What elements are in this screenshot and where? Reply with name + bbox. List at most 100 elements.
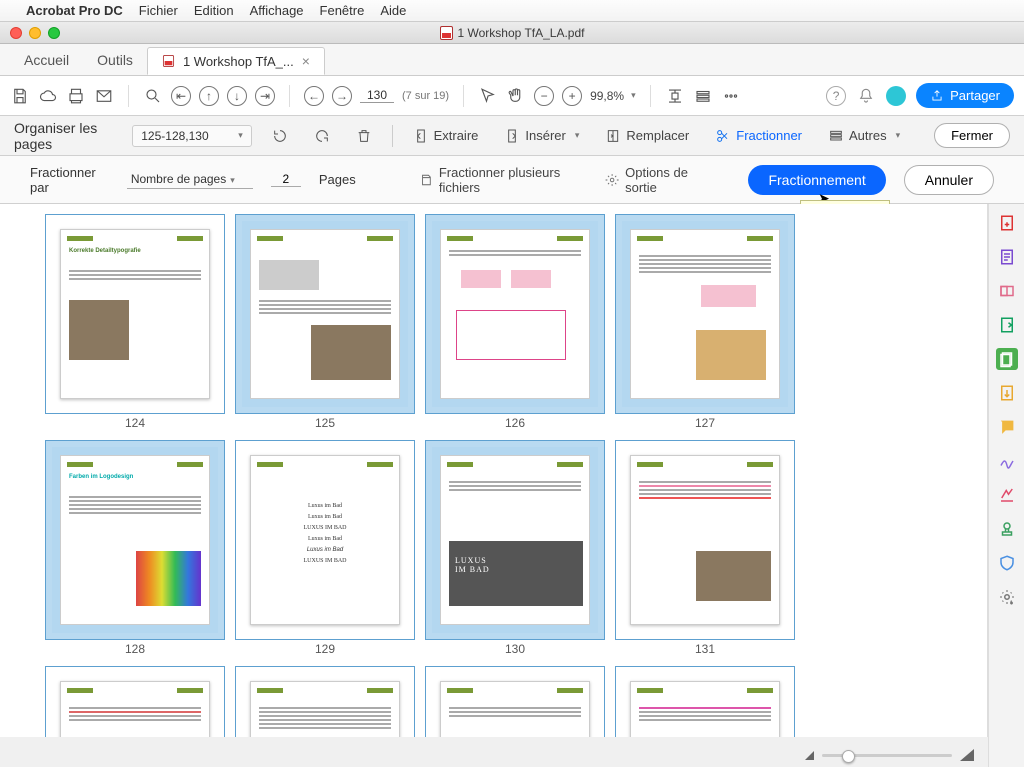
document-tab[interactable]: 1 Workshop TfA_... × <box>147 47 325 75</box>
pdf-icon <box>440 26 453 40</box>
page-number-input[interactable] <box>360 88 394 103</box>
page-thumbnail[interactable]: 125 <box>230 214 420 430</box>
first-page-icon[interactable]: ⇤ <box>171 86 191 106</box>
page-up-icon[interactable]: ↑ <box>199 86 219 106</box>
page-thumbnail[interactable]: 127 <box>610 214 800 430</box>
hand-tool-icon[interactable] <box>506 86 526 106</box>
organize-pages-tool-icon[interactable] <box>996 348 1018 370</box>
page-thumbnails-area[interactable]: Korrekte Detailtypografie124 125 126 127 Far… <box>0 204 988 737</box>
organize-title: Organiser les pages <box>14 120 118 152</box>
split-multiple-button[interactable]: Fractionner plusieurs fichiers <box>419 165 587 195</box>
comment-tool-icon[interactable] <box>996 416 1018 438</box>
page-number-label: 130 <box>505 642 525 656</box>
window-title-text: 1 Workshop TfA_LA.pdf <box>458 26 585 40</box>
page-thumbnail[interactable]: Farben im Logodesign128 <box>40 440 230 656</box>
cloud-icon[interactable] <box>38 86 58 106</box>
zoom-level[interactable]: 99,8% <box>590 89 636 103</box>
delete-pages-button[interactable] <box>350 125 378 147</box>
print-icon[interactable] <box>66 86 86 106</box>
stamp-tool-icon[interactable] <box>996 518 1018 540</box>
mail-icon[interactable] <box>94 86 114 106</box>
combine-tool-icon[interactable] <box>996 314 1018 336</box>
page-thumbnail[interactable]: 126 <box>420 214 610 430</box>
page-down-icon[interactable]: ↓ <box>227 86 247 106</box>
view-mode-icon[interactable] <box>693 86 713 106</box>
organize-pages-bar: Organiser les pages 125-128,130 Extraire… <box>0 116 1024 156</box>
page-number-label: 129 <box>315 642 335 656</box>
page-number-label: 127 <box>695 416 715 430</box>
output-options-button[interactable]: Options de sortie <box>605 165 713 195</box>
tools-tab[interactable]: Outils <box>83 44 147 75</box>
page-number-label: 128 <box>125 642 145 656</box>
zoom-in-icon[interactable]: + <box>562 86 582 106</box>
export-pdf-tool-icon[interactable] <box>996 280 1018 302</box>
rotate-cw-button[interactable] <box>308 125 336 147</box>
cancel-button[interactable]: Annuler <box>904 165 994 195</box>
split-by-label: Fractionner par <box>30 165 109 195</box>
split-mode-dropdown[interactable]: Nombre de pages <box>127 170 253 189</box>
window-title: 1 Workshop TfA_LA.pdf <box>0 26 1024 40</box>
split-action-button[interactable]: Fractionnement <box>748 165 885 195</box>
menu-window[interactable]: Fenêtre <box>320 3 365 18</box>
search-icon[interactable] <box>143 86 163 106</box>
zoom-out-icon[interactable]: − <box>534 86 554 106</box>
help-icon[interactable]: ? <box>826 86 846 106</box>
prev-page-icon[interactable]: ← <box>304 86 324 106</box>
page-number-label: 124 <box>125 416 145 430</box>
sign-tool-icon[interactable] <box>996 450 1018 472</box>
extract-button[interactable]: Extraire <box>407 125 485 147</box>
replace-button[interactable]: Remplacer <box>599 125 695 147</box>
page-thumbnail[interactable]: Korrekte Detailtypografie124 <box>40 214 230 430</box>
page-range-dropdown[interactable]: 125-128,130 <box>132 125 252 147</box>
insert-button[interactable]: Insérer <box>498 125 585 147</box>
right-tools-rail <box>988 204 1024 767</box>
page-thumbnail[interactable]: 131 <box>610 440 800 656</box>
menu-help[interactable]: Aide <box>380 3 406 18</box>
pdf-icon <box>163 55 174 67</box>
fit-width-icon[interactable] <box>665 86 685 106</box>
split-count-input[interactable] <box>271 172 301 187</box>
menu-file[interactable]: Fichier <box>139 3 178 18</box>
home-tab[interactable]: Accueil <box>10 44 83 75</box>
more-tools-icon[interactable] <box>721 86 741 106</box>
split-button[interactable]: Fractionner <box>709 125 808 147</box>
close-organize-button[interactable]: Fermer <box>934 123 1010 148</box>
thumbnail-zoom <box>805 749 974 761</box>
share-button[interactable]: Partager <box>916 83 1014 108</box>
more-button[interactable]: Autres <box>822 125 906 147</box>
main-toolbar: ⇤ ↑ ↓ ⇥ ← → (7 sur 19) − + 99,8% ? Parta… <box>0 76 1024 116</box>
page-thumbnail[interactable] <box>610 666 800 737</box>
split-options-bar: Fractionner par Nombre de pages Pages Fr… <box>0 156 1024 204</box>
page-number-label: 131 <box>695 642 715 656</box>
zoom-small-icon[interactable] <box>805 751 814 760</box>
menu-view[interactable]: Affichage <box>250 3 304 18</box>
thumbnail-zoom-slider[interactable] <box>822 754 952 757</box>
next-page-icon[interactable]: → <box>332 86 352 106</box>
document-tab-label: 1 Workshop TfA_... <box>183 54 294 69</box>
create-pdf-tool-icon[interactable] <box>996 212 1018 234</box>
menu-edit[interactable]: Edition <box>194 3 234 18</box>
notifications-icon[interactable] <box>856 86 876 106</box>
edit-pdf-tool-icon[interactable] <box>996 246 1018 268</box>
page-number-label: 125 <box>315 416 335 430</box>
fill-sign-tool-icon[interactable] <box>996 382 1018 404</box>
protect-tool-icon[interactable] <box>996 552 1018 574</box>
page-thumbnail[interactable]: LUXUSIM BAD130 <box>420 440 610 656</box>
close-tab-icon[interactable]: × <box>302 53 310 69</box>
select-tool-icon[interactable] <box>478 86 498 106</box>
zoom-large-icon[interactable] <box>960 749 974 761</box>
page-thumbnail[interactable] <box>40 666 230 737</box>
app-name[interactable]: Acrobat Pro DC <box>26 3 123 18</box>
page-count-label: (7 sur 19) <box>402 90 449 102</box>
save-icon[interactable] <box>10 86 30 106</box>
page-thumbnail[interactable]: Luxus im BadLuxus im BadLUXUS IM BADLuxu… <box>230 440 420 656</box>
pages-unit-label: Pages <box>319 172 356 187</box>
mac-menubar: Acrobat Pro DC Fichier Edition Affichage… <box>0 0 1024 22</box>
page-thumbnail[interactable] <box>420 666 610 737</box>
last-page-icon[interactable]: ⇥ <box>255 86 275 106</box>
user-avatar[interactable] <box>886 86 906 106</box>
measure-tool-icon[interactable] <box>996 484 1018 506</box>
page-thumbnail[interactable] <box>230 666 420 737</box>
more-tools-rail-icon[interactable] <box>996 586 1018 608</box>
rotate-ccw-button[interactable] <box>266 125 294 147</box>
